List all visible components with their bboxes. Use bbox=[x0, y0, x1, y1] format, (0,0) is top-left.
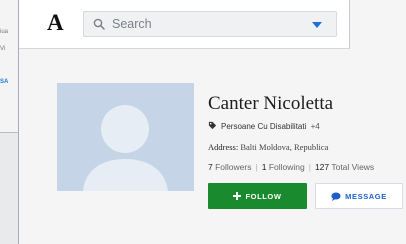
plus-icon bbox=[233, 192, 242, 200]
profile-address: Address: Balti Moldova, Republica bbox=[208, 142, 328, 152]
chevron-down-icon[interactable] bbox=[312, 22, 322, 28]
profile-page: A Search Canter Nicoletta Persoane Cu Di… bbox=[18, 0, 406, 244]
avatar bbox=[57, 83, 194, 191]
search-input[interactable]: Search bbox=[83, 11, 337, 37]
avatar-placeholder-icon bbox=[83, 105, 168, 191]
follow-label: FOLLOW bbox=[245, 191, 282, 201]
profile-stats: 7 Followers | 1 Following | 127 Total Views bbox=[208, 162, 374, 172]
profile-name: Canter Nicoletta bbox=[208, 93, 334, 114]
category-more[interactable]: +4 bbox=[311, 122, 320, 131]
site-logo[interactable]: A bbox=[47, 10, 64, 36]
category-label: Persoane Cu Disabilitati bbox=[221, 122, 307, 131]
stats-divider: | bbox=[308, 162, 311, 172]
followers-label[interactable]: Followers bbox=[215, 162, 251, 172]
background-page: iua Vi SA bbox=[0, 0, 19, 133]
following-label[interactable]: Following bbox=[269, 162, 305, 172]
following-count[interactable]: 1 bbox=[262, 162, 267, 172]
message-button[interactable]: MESSAGE bbox=[315, 183, 403, 209]
views-label: Total Views bbox=[331, 162, 375, 172]
profile-category[interactable]: Persoane Cu Disabilitati +4 bbox=[208, 121, 320, 131]
background-link[interactable]: SA bbox=[0, 79, 8, 85]
background-text-line: Vi bbox=[0, 46, 6, 52]
search-icon bbox=[93, 18, 105, 30]
views-count: 127 bbox=[314, 162, 330, 172]
address-label: Address: bbox=[208, 142, 239, 152]
chat-bubble-icon bbox=[331, 192, 341, 201]
address-value: Balti Moldova, Republica bbox=[240, 142, 329, 152]
background-text-line: iua bbox=[0, 29, 9, 35]
stats-divider: | bbox=[255, 162, 258, 172]
search-placeholder: Search bbox=[112, 17, 152, 31]
tag-icon bbox=[208, 121, 217, 130]
top-bar: A Search bbox=[19, 0, 350, 49]
message-label: MESSAGE bbox=[345, 191, 387, 201]
follow-button[interactable]: FOLLOW bbox=[208, 183, 307, 209]
followers-count[interactable]: 7 bbox=[208, 162, 213, 172]
